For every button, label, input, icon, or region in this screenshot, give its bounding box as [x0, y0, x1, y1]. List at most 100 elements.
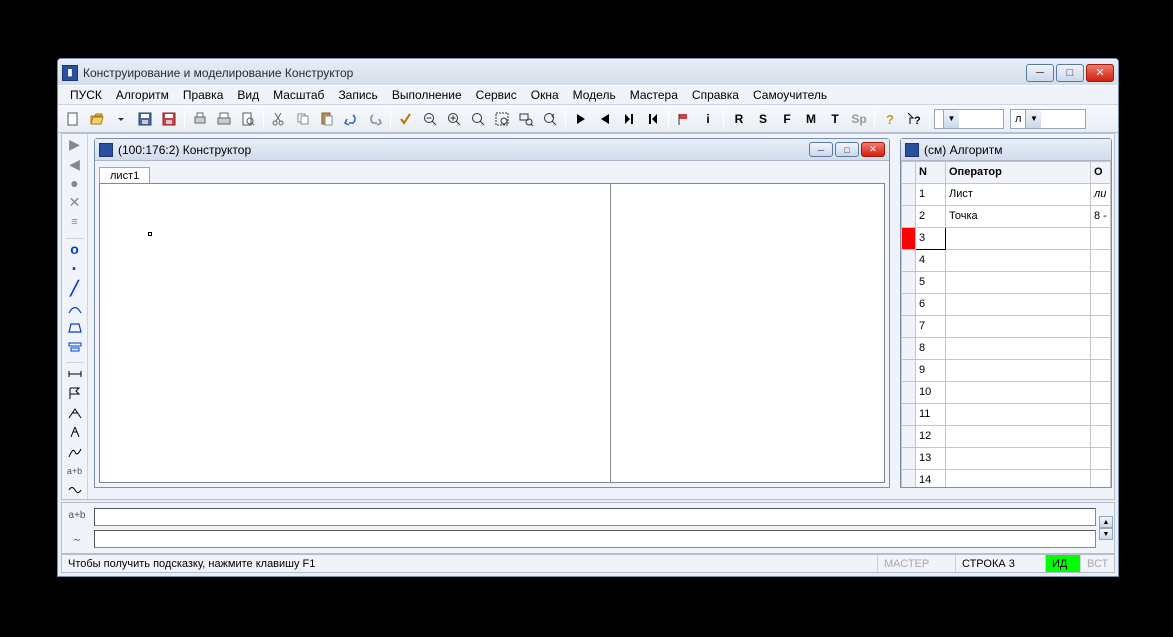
- table-row[interactable]: 1Листли: [902, 184, 1111, 206]
- tool-point[interactable]: ·: [64, 260, 86, 278]
- print-icon[interactable]: [213, 108, 235, 130]
- zoom-fit-icon[interactable]: [491, 108, 513, 130]
- titlebar[interactable]: ▮ Конструирование и моделирование Констр…: [58, 59, 1118, 85]
- toolbar-combo-2[interactable]: л▼: [1010, 109, 1086, 129]
- table-row[interactable]: 10: [902, 382, 1111, 404]
- x-icon[interactable]: ✕: [64, 194, 86, 211]
- formula-input-1[interactable]: [94, 508, 1096, 526]
- zoom-prev-icon[interactable]: [539, 108, 561, 130]
- menu-help[interactable]: Справка: [686, 86, 745, 104]
- maximize-button[interactable]: □: [1056, 64, 1084, 82]
- tool-measure-h[interactable]: [64, 365, 86, 382]
- minimize-button[interactable]: ─: [1026, 64, 1054, 82]
- drawing-canvas[interactable]: [99, 183, 885, 483]
- table-row[interactable]: 6: [902, 294, 1111, 316]
- zoom-out-icon[interactable]: [419, 108, 441, 130]
- table-row[interactable]: 13: [902, 448, 1111, 470]
- paste-icon[interactable]: [316, 108, 338, 130]
- zoom-icon[interactable]: [467, 108, 489, 130]
- play-back-icon[interactable]: [594, 108, 616, 130]
- play-icon[interactable]: [570, 108, 592, 130]
- tool-spline[interactable]: [64, 443, 86, 460]
- table-row[interactable]: 2Точка8 -: [902, 206, 1111, 228]
- arrow-left-icon[interactable]: ◀: [64, 155, 86, 172]
- spin-down-icon[interactable]: ▼: [1099, 528, 1113, 540]
- zoom-in-icon[interactable]: [443, 108, 465, 130]
- copy-icon[interactable]: [292, 108, 314, 130]
- cut-icon[interactable]: [268, 108, 290, 130]
- letter-f[interactable]: F: [776, 108, 798, 130]
- menu-record[interactable]: Запись: [332, 86, 383, 104]
- letter-i[interactable]: i: [697, 108, 719, 130]
- menu-windows[interactable]: Окна: [525, 86, 565, 104]
- print-setup-icon[interactable]: [189, 108, 211, 130]
- save-red-icon[interactable]: [158, 108, 180, 130]
- menu-tutorial[interactable]: Самоучитель: [747, 86, 833, 104]
- algorithm-titlebar[interactable]: (см) Алгоритм: [901, 139, 1111, 161]
- tool-align[interactable]: [64, 338, 86, 355]
- table-row[interactable]: 7: [902, 316, 1111, 338]
- context-help-icon[interactable]: ?: [903, 108, 925, 130]
- dropdown-icon[interactable]: [110, 108, 132, 130]
- circle-icon[interactable]: ●: [64, 175, 86, 192]
- tool-arc[interactable]: [64, 299, 86, 316]
- drawing-point[interactable]: [148, 232, 152, 236]
- flag-icon[interactable]: [673, 108, 695, 130]
- constructor-titlebar[interactable]: (100:176:2) Конструктор ─ □ ✕: [95, 139, 889, 161]
- new-icon[interactable]: [62, 108, 84, 130]
- table-row[interactable]: 4: [902, 250, 1111, 272]
- close-button[interactable]: ✕: [1086, 64, 1114, 82]
- letter-s[interactable]: S: [752, 108, 774, 130]
- menu-edit[interactable]: Правка: [177, 86, 230, 104]
- open-icon[interactable]: [86, 108, 108, 130]
- letter-r[interactable]: R: [728, 108, 750, 130]
- letter-t[interactable]: T: [824, 108, 846, 130]
- letter-m[interactable]: M: [800, 108, 822, 130]
- table-row[interactable]: 9: [902, 360, 1111, 382]
- menu-scale[interactable]: Масштаб: [267, 86, 330, 104]
- tool-ab[interactable]: a+b: [64, 462, 86, 479]
- chevron-down-icon[interactable]: ▼: [943, 110, 959, 128]
- menu-masters[interactable]: Мастера: [624, 86, 684, 104]
- table-row[interactable]: 11: [902, 404, 1111, 426]
- formula-input-2[interactable]: [94, 530, 1096, 548]
- table-row[interactable]: 8: [902, 338, 1111, 360]
- check-icon[interactable]: [395, 108, 417, 130]
- algorithm-grid[interactable]: NОператорО1Листли2Точка8 -34567891011121…: [901, 161, 1111, 487]
- tool-line[interactable]: ╱: [64, 280, 86, 297]
- step-back-icon[interactable]: [642, 108, 664, 130]
- step-fwd-icon[interactable]: [618, 108, 640, 130]
- menu-view[interactable]: Вид: [231, 86, 265, 104]
- arrow-right-icon[interactable]: ▶: [64, 136, 86, 153]
- zoom-window-icon[interactable]: [515, 108, 537, 130]
- list-icon[interactable]: ≡: [64, 214, 86, 231]
- tool-triangle[interactable]: [64, 404, 86, 421]
- tool-trapezoid[interactable]: [64, 319, 86, 336]
- spin-up-icon[interactable]: ▲: [1099, 516, 1113, 528]
- table-row[interactable]: 3: [902, 228, 1111, 250]
- menu-execution[interactable]: Выполнение: [386, 86, 468, 104]
- preview-icon[interactable]: [237, 108, 259, 130]
- tab-sheet1[interactable]: лист1: [99, 167, 150, 184]
- tool-wave[interactable]: [64, 482, 86, 499]
- toolbar-combo-1[interactable]: ▼: [934, 109, 1004, 129]
- menu-algorithm[interactable]: Алгоритм: [110, 86, 175, 104]
- undo-icon[interactable]: [340, 108, 362, 130]
- tool-flag[interactable]: [64, 385, 86, 402]
- tool-compass[interactable]: [64, 424, 86, 441]
- save-icon[interactable]: [134, 108, 156, 130]
- menu-model[interactable]: Модель: [567, 86, 622, 104]
- child-minimize-button[interactable]: ─: [809, 142, 833, 157]
- table-row[interactable]: 5: [902, 272, 1111, 294]
- letter-sp[interactable]: Sp: [848, 108, 870, 130]
- child-close-button[interactable]: ✕: [861, 142, 885, 157]
- tool-o[interactable]: о: [64, 241, 86, 258]
- table-row[interactable]: 14: [902, 470, 1111, 488]
- child-maximize-button[interactable]: □: [835, 142, 859, 157]
- menu-start[interactable]: ПУСК: [64, 86, 108, 104]
- menu-service[interactable]: Сервис: [470, 86, 523, 104]
- redo-icon[interactable]: [364, 108, 386, 130]
- table-row[interactable]: 12: [902, 426, 1111, 448]
- help-icon[interactable]: ?: [879, 108, 901, 130]
- chevron-down-icon[interactable]: ▼: [1025, 110, 1041, 128]
